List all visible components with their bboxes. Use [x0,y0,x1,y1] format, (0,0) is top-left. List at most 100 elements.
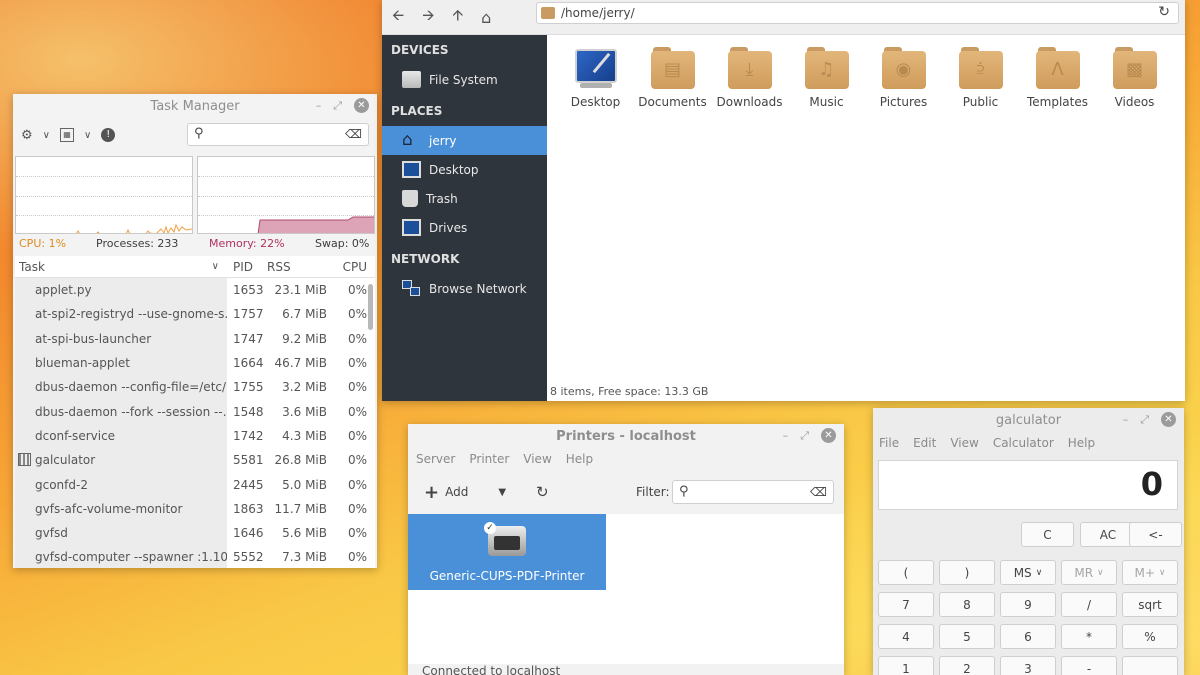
gear-icon[interactable]: ⚙ [21,128,33,143]
maximize-icon[interactable]: ⤢ [333,99,342,113]
sqrt-button[interactable]: sqrt [1122,592,1178,617]
table-row[interactable]: applet.py 1653 23.1 MiB 0% [15,278,375,303]
digit-8-button[interactable]: 8 [939,592,995,617]
minimize-icon[interactable]: – [1123,413,1129,426]
digit-3-button[interactable]: 3 [1000,656,1056,675]
digit-1-button[interactable]: 1 [878,656,934,675]
subtract-button[interactable]: - [1061,656,1117,675]
file-item-videos[interactable]: ▩ Videos [1096,47,1173,109]
sidebar-item-file-system[interactable]: File System [382,65,547,94]
filter-input[interactable]: ⚲ ⌫ [672,480,834,504]
table-row[interactable]: gvfs-afc-volume-monitor 1863 11.7 MiB 0% [15,496,375,521]
printers-titlebar[interactable]: Printers - localhost – ⤢ ✕ [408,424,844,448]
column-header-rss[interactable]: RSS [267,260,327,274]
digit-9-button[interactable]: 9 [1000,592,1056,617]
clear-button[interactable]: C [1021,522,1074,547]
sidebar-item-browse-network[interactable]: Browse Network [382,274,547,303]
clear-search-icon[interactable]: ⌫ [345,127,362,141]
file-item-desktop[interactable]: Desktop [557,47,634,109]
digit-6-button[interactable]: 6 [1000,624,1056,649]
close-icon[interactable]: ✕ [821,428,836,443]
file-item-documents[interactable]: ▤ Documents [634,47,711,109]
menu-server[interactable]: Server [416,452,455,466]
process-view-icon[interactable]: ▦ [59,128,74,142]
blank-button[interactable] [1122,656,1178,675]
column-header-task[interactable]: Task ∨ [15,256,227,277]
open-paren-button[interactable]: ( [878,560,934,585]
file-item-templates[interactable]: Λ Templates [1019,47,1096,109]
table-row[interactable]: blueman-applet 1664 46.7 MiB 0% [15,350,375,376]
close-icon[interactable]: ✕ [354,98,369,113]
printer-item[interactable]: ✓ Generic-CUPS-PDF-Printer [408,514,606,590]
table-row[interactable]: dbus-daemon --fork --session --... 1548 3.… [15,399,375,424]
table-row[interactable]: galculator 5581 26.8 MiB 0% [15,448,375,473]
table-row[interactable]: dbus-daemon --config-file=/etc/... 1755 3.… [15,375,375,400]
column-header-pid[interactable]: PID [227,260,267,274]
table-row[interactable]: gconfd-2 2445 5.0 MiB 0% [15,472,375,497]
menu-file[interactable]: File [879,436,899,450]
forward-arrow-icon[interactable]: 🡪 [422,5,434,30]
digit-2-button[interactable]: 2 [939,656,995,675]
chevron-down-icon[interactable]: ▼ [498,487,506,498]
sidebar-item-jerry[interactable]: ⌂ jerry [382,126,547,155]
multiply-button[interactable]: * [1061,624,1117,649]
sidebar-item-desktop[interactable]: Desktop [382,155,547,184]
table-row[interactable]: gvfsd 1646 5.6 MiB 0% [15,520,375,546]
memory-graph-fill [257,216,374,233]
file-item-music[interactable]: ♫ Music [788,47,865,109]
sidebar-item-drives[interactable]: Drives [382,213,547,242]
menu-view[interactable]: View [950,436,978,450]
maximize-icon[interactable]: ⤢ [800,429,809,443]
close-icon[interactable]: ✕ [1161,412,1176,427]
table-row[interactable]: at-spi2-registryd --use-gnome-s... 1757 6.… [15,302,375,327]
back-arrow-icon[interactable]: 🡨 [392,5,404,30]
file-item-public[interactable]: ⫄ Public [942,47,1019,109]
menu-view[interactable]: View [523,452,551,466]
digit-5-button[interactable]: 5 [939,624,995,649]
sort-chevron-icon[interactable]: ∨ [212,261,219,272]
all-clear-button[interactable]: AC [1080,522,1136,547]
sidebar-item-trash[interactable]: Trash [382,184,547,213]
minimize-icon[interactable]: – [316,99,322,112]
memory-store-button[interactable]: MS ∨ [1000,560,1056,585]
calculator-titlebar[interactable]: galculator – ⤢ ✕ [873,408,1184,432]
table-row[interactable]: dconf-service 1742 4.3 MiB 0% [15,423,375,449]
menu-calculator[interactable]: Calculator [993,436,1054,450]
percent-button[interactable]: % [1122,624,1178,649]
swap-stat: Swap: 0% [315,237,370,250]
memory-add-button[interactable]: M+ ∨ [1122,560,1178,585]
chevron-down-icon[interactable]: ∨ [84,130,91,141]
chevron-down-icon: ∨ [1158,567,1166,578]
backspace-button[interactable]: <- [1129,522,1182,547]
file-item-pictures[interactable]: ◉ Pictures [865,47,942,109]
videos-folder-icon: ▩ [1112,47,1157,89]
column-header-cpu[interactable]: CPU [327,260,367,274]
maximize-icon[interactable]: ⤢ [1140,413,1149,427]
clear-filter-icon[interactable]: ⌫ [810,485,827,499]
scrollbar[interactable] [368,284,373,330]
table-row[interactable]: at-spi-bus-launcher 1747 9.2 MiB 0% [15,326,375,351]
reload-icon[interactable]: ↻ [1158,4,1170,20]
digit-4-button[interactable]: 4 [878,624,934,649]
up-arrow-icon[interactable]: 🡩 [452,5,463,30]
digit-7-button[interactable]: 7 [878,592,934,617]
menu-edit[interactable]: Edit [913,436,936,450]
close-paren-button[interactable]: ) [939,560,995,585]
minimize-icon[interactable]: – [783,429,789,442]
add-printer-button[interactable]: + Add [424,482,468,503]
location-bar[interactable]: /home/jerry/ ↻ [536,2,1179,24]
info-icon[interactable]: ! [101,128,116,142]
table-row[interactable]: gvfsd-computer --spawner :1.10... 5552 7.3… [15,545,375,568]
menu-printer[interactable]: Printer [469,452,509,466]
home-icon[interactable]: ⌂ [481,8,491,27]
resource-graphs [15,156,375,234]
task-search-input[interactable]: ⚲ ⌫ [187,123,369,146]
task-manager-titlebar[interactable]: Task Manager – ⤢ ✕ [13,94,377,118]
memory-recall-button[interactable]: MR ∨ [1061,560,1117,585]
divide-button[interactable]: / [1061,592,1117,617]
chevron-down-icon[interactable]: ∨ [43,130,50,141]
file-item-downloads[interactable]: ⤓ Downloads [711,47,788,109]
menu-help[interactable]: Help [566,452,593,466]
refresh-icon[interactable]: ↻ [536,483,549,501]
menu-help[interactable]: Help [1068,436,1095,450]
